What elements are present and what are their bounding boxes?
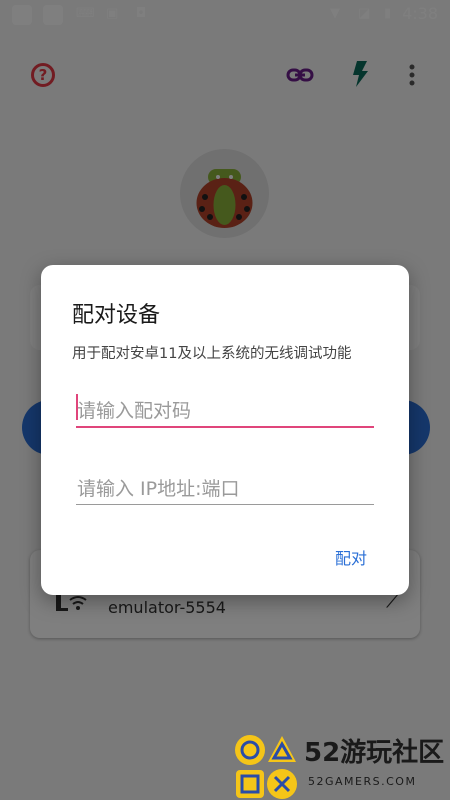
watermark: 52游玩社区 52GAMERS.COM [232,732,450,800]
ip-port-placeholder: 请输入 IP地址:端口 [77,478,240,500]
watermark-title: 52游玩社区 [304,738,445,768]
pair-device-dialog: 配对设备 用于配对安卓11及以上系统的无线调试功能 请输入配对码 请输入 IP地… [41,265,409,595]
pairing-code-input[interactable]: 请输入配对码 [76,392,374,428]
ip-port-input[interactable]: 请输入 IP地址:端口 [76,470,374,505]
text-cursor [76,394,78,420]
pairing-code-placeholder: 请输入配对码 [77,400,192,422]
dialog-description: 用于配对安卓11及以上系统的无线调试功能 [72,346,352,362]
watermark-logo-icon [235,735,297,799]
pair-button[interactable]: 配对 [335,545,367,569]
watermark-subtitle: 52GAMERS.COM [308,775,417,788]
dialog-title: 配对设备 [72,303,161,328]
app-screen: ⌨ ▣ ◘ ▼ ◪ ▮ 4:38 ? [0,0,450,800]
